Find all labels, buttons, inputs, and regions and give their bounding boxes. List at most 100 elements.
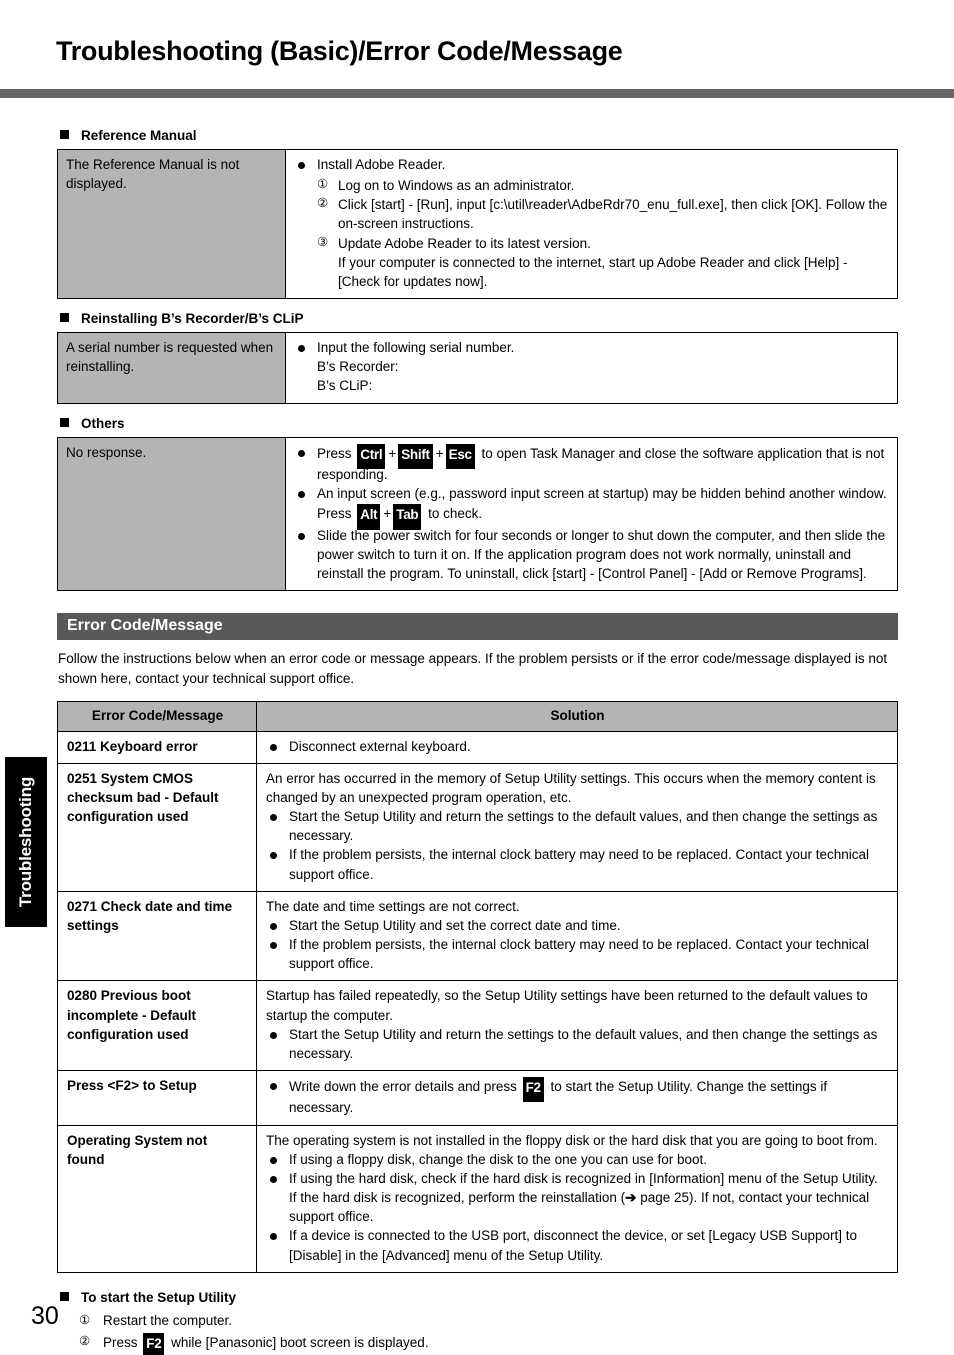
solution-bullet-list: Start the Setup Utility and return the s… xyxy=(266,807,889,884)
keycap-alt: Alt xyxy=(357,504,381,527)
solution-cell: Startup has failed repeatedly, so the Se… xyxy=(256,980,898,1071)
circled-number-3-icon: ③ xyxy=(317,234,329,249)
keycap-esc: Esc xyxy=(445,443,475,467)
step-text-pre: Press xyxy=(103,1334,142,1350)
step-text: Restart the computer. xyxy=(103,1312,233,1328)
section-heading-others: Others xyxy=(60,416,898,431)
page-title: Troubleshooting (Basic)/Error Code/Messa… xyxy=(56,36,623,66)
list-item: Start the Setup Utility and return the s… xyxy=(266,1025,889,1063)
reinstalling-table: A serial number is requested when reinst… xyxy=(57,332,898,404)
keycap-ctrl: Ctrl xyxy=(357,443,386,467)
circled-number-2-icon: ② xyxy=(317,196,329,211)
section-intro-text: Follow the instructions below when an er… xyxy=(58,651,888,686)
solution-lead-text: The date and time settings are not corre… xyxy=(266,898,520,914)
solution-lead-text: Install Adobe Reader. xyxy=(317,157,446,172)
square-bullet-icon xyxy=(60,130,69,139)
square-bullet-icon xyxy=(60,313,69,323)
solution-bullet-list: Install Adobe Reader. ① Log on to Window… xyxy=(294,155,889,291)
page-number: 30 xyxy=(31,1302,59,1330)
list-item: ① Restart the computer. xyxy=(79,1311,898,1332)
solution-cell: Input the following serial number. B’s R… xyxy=(285,332,898,404)
solution-cell: Disconnect external keyboard. xyxy=(256,730,898,764)
solution-bullet-list: If using a floppy disk, change the disk … xyxy=(266,1150,889,1265)
keycap-f2: F2 xyxy=(143,1332,165,1355)
list-item: If the problem persists, the internal cl… xyxy=(266,845,889,883)
error-code-cell: 0271 Check date and time settings xyxy=(57,890,257,982)
solution-bullet-list: Start the Setup Utility and set the corr… xyxy=(266,916,889,973)
list-item: Write down the error details and press F… xyxy=(266,1076,889,1118)
bullet-text-pre: Write down the error details and press xyxy=(289,1078,521,1094)
solution-cell: The operating system is not installed in… xyxy=(256,1124,898,1273)
list-item: ① Log on to Windows as an administrator. xyxy=(317,176,889,195)
symptom-cell: No response. xyxy=(57,436,286,592)
solution-lead-text: The operating system is not installed in… xyxy=(266,1132,878,1148)
list-item: ③ Update Adobe Reader to its latest vers… xyxy=(317,234,889,291)
list-item: Start the Setup Utility and set the corr… xyxy=(266,916,889,935)
step-extra-text: If your computer is connected to the int… xyxy=(338,254,848,289)
table-row: 0211 Keyboard error Disconnect external … xyxy=(57,730,898,764)
circled-number-1-icon: ① xyxy=(317,177,329,192)
section-band-error-code-message: Error Code/Message xyxy=(57,613,898,641)
solution-cell: An error has occurred in the memory of S… xyxy=(256,762,898,892)
keycap-shift: Shift xyxy=(398,443,433,467)
circled-number-2-icon: ② xyxy=(79,1333,91,1348)
section-heading-label: To start the Setup Utility xyxy=(81,1289,237,1305)
step-text: Update Adobe Reader to its latest versio… xyxy=(338,235,591,251)
column-header-error-code: Error Code/Message xyxy=(57,701,257,732)
footer-block: To start the Setup Utility ① Restart the… xyxy=(57,1290,898,1355)
list-item: If using the hard disk, check if the har… xyxy=(266,1169,889,1226)
error-code-table: Error Code/Message Solution 0211 Keyboar… xyxy=(57,701,898,1273)
solution-cell: Write down the error details and press F… xyxy=(256,1069,898,1126)
list-item: Start the Setup Utility and return the s… xyxy=(266,807,889,845)
list-item: An input screen (e.g., password input sc… xyxy=(294,484,889,527)
table-row: 0271 Check date and time settings The da… xyxy=(57,890,898,982)
page-reference-arrow-icon: ➔ xyxy=(625,1190,637,1206)
solution-lead-text: Input the following serial number. xyxy=(317,340,515,356)
list-item: If a device is connected to the USB port… xyxy=(266,1226,889,1264)
section-heading-start-setup-utility: To start the Setup Utility xyxy=(60,1290,898,1305)
others-table: No response. Press Ctrl + Shift + Esc to ope… xyxy=(57,436,898,592)
list-item: If the problem persists, the internal cl… xyxy=(266,935,889,973)
list-item: Slide the power switch for four seconds … xyxy=(294,526,889,583)
bullet-text-post: to check. xyxy=(424,506,483,522)
table-row: Press <F2> to Setup Write down the error… xyxy=(57,1069,898,1126)
solution-lead-text: An error has occurred in the memory of S… xyxy=(266,770,876,805)
solution-cell: Install Adobe Reader. ① Log on to Window… xyxy=(285,148,898,300)
keycap-f2: F2 xyxy=(522,1076,544,1100)
list-item: Input the following serial number. B’s R… xyxy=(294,338,889,395)
serial-label-bs-recorder: B’s Recorder: xyxy=(317,359,399,375)
table-row: Operating System not found The operating… xyxy=(57,1124,898,1273)
table-row: 0280 Previous boot incomplete - Default … xyxy=(57,980,898,1071)
solution-bullet-list: Disconnect external keyboard. xyxy=(266,737,889,756)
error-code-cell: 0251 System CMOS checksum bad - Default … xyxy=(57,762,257,892)
solution-bullet-list: Start the Setup Utility and return the s… xyxy=(266,1025,889,1063)
section-heading-reinstalling: Reinstalling B’s Recorder/B’s CLiP xyxy=(60,311,898,326)
error-code-cell: 0280 Previous boot incomplete - Default … xyxy=(57,980,257,1071)
table-row: A serial number is requested when reinst… xyxy=(57,332,898,404)
step-text: Log on to Windows as an administrator. xyxy=(338,178,575,194)
section-heading-label: Reinstalling B’s Recorder/B’s CLiP xyxy=(81,311,304,327)
list-item: Install Adobe Reader. ① Log on to Window… xyxy=(294,155,889,291)
keycap-tab: Tab xyxy=(393,504,422,527)
setup-utility-step-list: ① Restart the computer. ② Press F2 while… xyxy=(57,1311,898,1355)
error-code-cell: 0211 Keyboard error xyxy=(57,730,257,764)
list-item: Press Ctrl + Shift + Esc to open Task Manage… xyxy=(294,443,889,485)
column-header-solution: Solution xyxy=(256,701,898,732)
numbered-step-list: ① Log on to Windows as an administrator.… xyxy=(317,176,889,291)
bullet-text-pre: Press xyxy=(317,445,356,461)
section-heading-label: Others xyxy=(81,415,125,431)
solution-bullet-list: Press Ctrl + Shift + Esc to open Task Manage… xyxy=(294,443,889,584)
table-row: 0251 System CMOS checksum bad - Default … xyxy=(57,762,898,892)
list-item: ② Click [start] - [Run], input [c:\util\… xyxy=(317,195,889,233)
square-bullet-icon xyxy=(60,417,69,427)
section-heading-label: Reference Manual xyxy=(81,128,197,143)
square-bullet-icon xyxy=(60,1291,69,1301)
error-code-cell: Press <F2> to Setup xyxy=(57,1069,257,1126)
solution-bullet-list: Write down the error details and press F… xyxy=(266,1076,889,1118)
list-item: Disconnect external keyboard. xyxy=(266,737,889,756)
list-item: If using a floppy disk, change the disk … xyxy=(266,1150,889,1169)
solution-lead-text: Startup has failed repeatedly, so the Se… xyxy=(266,988,868,1023)
table-header-row: Error Code/Message Solution xyxy=(57,701,898,732)
side-tab-label: Troubleshooting xyxy=(16,776,35,908)
table-row: No response. Press Ctrl + Shift + Esc to ope… xyxy=(57,436,898,592)
